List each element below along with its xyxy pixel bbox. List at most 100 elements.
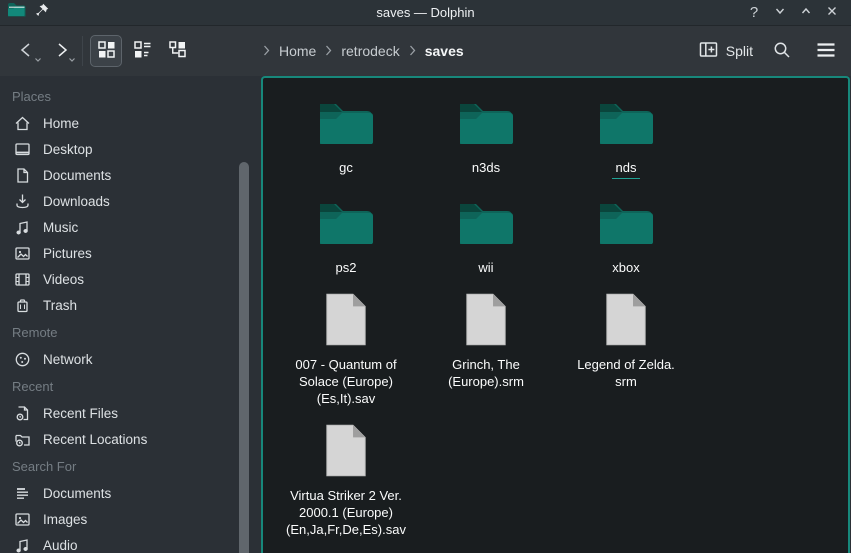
sidebar-item-pictures[interactable]: Pictures [0,240,261,266]
item-label: Legend of Zelda. srm [577,356,675,390]
section-title-recent: Recent [0,372,261,400]
item-label: Grinch, The (Europe).srm [448,356,524,390]
view-mode-group [91,36,193,66]
pin-icon[interactable] [35,3,49,22]
search-icon [772,40,792,63]
file-grid: gc n3ds nds [263,78,833,549]
breadcrumb-chevron-icon [325,43,332,59]
close-button[interactable] [821,2,843,24]
sidebar-item-recent-files[interactable]: Recent Files [0,400,261,426]
sidebar-item-search-images[interactable]: Images [0,506,261,532]
file-item-007-quantum-of-solace[interactable]: 007 - Quantum of Solace (Europe) (Es,It)… [276,287,416,407]
sidebar-item-videos[interactable]: Videos [0,266,261,292]
back-dropdown-caret-icon [34,51,42,66]
sidebar-item-label: Music [43,220,78,235]
sidebar-item-home[interactable]: Home [0,110,261,136]
titlebar[interactable]: saves — Dolphin ? [0,0,851,26]
tree-view-icon [168,40,188,62]
folder-item-wii[interactable]: wii [416,190,556,276]
download-icon [13,192,32,211]
maximize-button[interactable] [795,2,817,24]
folder-item-nds[interactable]: nds [556,90,696,179]
sidebar-item-search-audio[interactable]: Audio [0,532,261,553]
split-button[interactable]: Split [699,41,753,61]
sidebar-item-desktop[interactable]: Desktop [0,136,261,162]
sidebar-item-label: Network [43,352,93,367]
sidebar-item-label: Downloads [43,194,110,209]
folder-item-xbox[interactable]: xbox [556,190,696,276]
tree-view-button[interactable] [163,36,193,66]
forward-dropdown-caret-icon [68,51,76,66]
file-item-virtua-striker-2[interactable]: Virtua Striker 2 Ver. 2000.1 (Europe) (E… [276,418,416,538]
breadcrumb-item-saves[interactable]: saves [425,43,464,59]
folder-icon [598,90,654,154]
toolbar-separator [82,36,83,66]
music-note-icon [13,218,32,237]
folder-view[interactable]: gc n3ds nds [261,76,850,553]
section-title-search-for: Search For [0,452,261,480]
item-label: 007 - Quantum of Solace (Europe) (Es,It)… [295,356,396,407]
breadcrumb-chevron-icon [409,43,416,59]
details-view-icon [133,40,152,62]
breadcrumb-item-home[interactable]: Home [279,43,316,59]
sidebar-item-label: Audio [43,538,78,553]
menu-button[interactable] [811,36,841,66]
breadcrumb-chevron-icon [263,43,270,59]
sidebar-item-search-documents[interactable]: Documents [0,480,261,506]
section-title-places: Places [0,82,261,110]
sidebar-item-label: Home [43,116,79,131]
file-icon [324,418,368,482]
app-folder-icon [7,2,26,23]
sidebar-item-network[interactable]: Network [0,346,261,372]
item-label: ps2 [336,259,357,276]
folder-item-ps2[interactable]: ps2 [276,190,416,276]
file-item-grinch-the[interactable]: Grinch, The (Europe).srm [416,287,556,390]
recent-files-icon [13,404,32,423]
hamburger-menu-icon [816,42,836,61]
sidebar-item-label: Images [43,512,87,527]
dolphin-window: saves — Dolphin ? [0,0,851,553]
split-button-label: Split [726,43,753,59]
sidebar-item-downloads[interactable]: Downloads [0,188,261,214]
file-icon [604,287,648,351]
close-icon [825,4,839,21]
chevron-down-icon [773,4,787,21]
network-icon [13,350,32,369]
window-title: saves — Dolphin [0,5,851,20]
minimize-button[interactable] [769,2,791,24]
desktop-icon [13,140,32,159]
toolbar: Home retrodeck saves Split [0,26,851,76]
home-icon [13,114,32,133]
folder-icon [458,190,514,254]
item-label: nds [612,159,641,179]
sidebar-item-label: Videos [43,272,84,287]
sidebar-item-label: Recent Files [43,406,118,421]
icons-view-icon [97,40,116,62]
help-button[interactable]: ? [743,2,765,24]
details-view-button[interactable] [127,36,157,66]
sidebar-item-label: Desktop [43,142,93,157]
search-button[interactable] [767,36,797,66]
folder-item-n3ds[interactable]: n3ds [416,90,556,176]
document-icon [13,166,32,185]
sidebar-scrollbar[interactable] [239,162,249,553]
folder-item-gc[interactable]: gc [276,90,416,176]
sidebar-item-label: Trash [43,298,77,313]
breadcrumb: Home retrodeck saves [263,26,464,76]
text-lines-icon [13,484,32,503]
forward-button[interactable] [44,35,78,67]
sidebar-item-documents[interactable]: Documents [0,162,261,188]
icons-view-button[interactable] [91,36,121,66]
item-label: gc [339,159,353,176]
split-view-icon [699,41,718,61]
file-item-legend-of-zelda[interactable]: Legend of Zelda. srm [556,287,696,390]
chevron-up-icon [799,4,813,21]
item-label: n3ds [472,159,500,176]
sidebar-item-trash[interactable]: Trash [0,292,261,318]
sidebar-item-recent-locations[interactable]: Recent Locations [0,426,261,452]
breadcrumb-item-retrodeck[interactable]: retrodeck [341,43,399,59]
sidebar-item-music[interactable]: Music [0,214,261,240]
sidebar-item-label: Documents [43,486,111,501]
back-button[interactable] [10,35,44,67]
trash-icon [13,296,32,315]
